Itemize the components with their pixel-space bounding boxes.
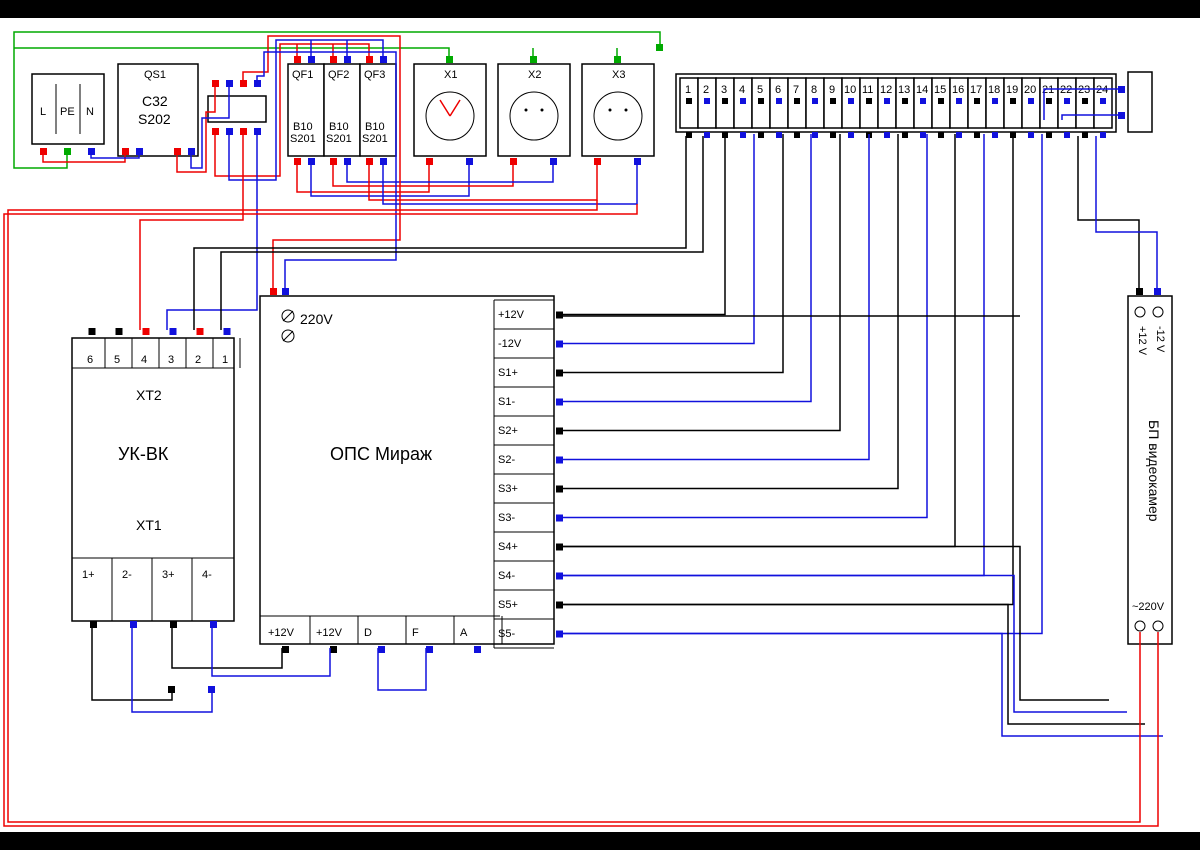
svg-text:~220V: ~220V [1132,601,1165,613]
svg-text:9: 9 [829,84,835,96]
svg-text:2: 2 [195,354,201,366]
svg-text:3: 3 [721,84,727,96]
svg-text:23: 23 [1078,84,1090,96]
svg-text:19: 19 [1006,84,1018,96]
wiring-diagram: L PE N QS1 C32 S202 QF1 B10 S201 QF2 B10… [0,0,1200,850]
svg-text:XT1: XT1 [136,517,162,533]
svg-text:2: 2 [703,84,709,96]
svg-text:+12V: +12V [498,309,525,321]
svg-text:17: 17 [970,84,982,96]
svg-text:S201: S201 [326,133,352,145]
svg-text:20: 20 [1024,84,1036,96]
svg-text:2-: 2- [122,569,132,581]
svg-text:QF3: QF3 [364,69,385,81]
svg-text:S3+: S3+ [498,483,518,495]
svg-text:+12 V: +12 V [1136,326,1148,356]
svg-text:S3-: S3- [498,512,515,524]
ops-name: ОПС Мираж [330,444,432,464]
socket-x2: X2 [498,56,570,165]
svg-text:6: 6 [87,354,93,366]
ops-power: 220V [300,311,333,327]
svg-text:S4-: S4- [498,570,515,582]
svg-text:S1-: S1- [498,396,515,408]
svg-text:10: 10 [844,84,856,96]
svg-text:5: 5 [757,84,763,96]
svg-text:6: 6 [775,84,781,96]
socket-x3: X3 [582,56,654,165]
ukvk-name: УК-ВК [118,444,169,464]
svg-text:S5-: S5- [498,628,515,640]
svg-text:S1+: S1+ [498,367,518,379]
svg-text:18: 18 [988,84,1000,96]
svg-text:X3: X3 [612,69,625,81]
svg-text:QF2: QF2 [328,69,349,81]
svg-text:F: F [412,627,419,639]
input-block: L PE N [32,74,104,155]
breaker-qf2: QF2 B10 S201 [324,56,360,165]
svg-text:1: 1 [685,84,691,96]
svg-text:B10: B10 [329,121,349,133]
svg-text:8: 8 [811,84,817,96]
svg-text:S5+: S5+ [498,599,518,611]
svg-text:7: 7 [793,84,799,96]
socket-x1: X1 [414,56,486,165]
breaker-qf1: QF1 B10 S201 [288,56,324,165]
ops-block: 220V ОПС Мираж +12V -12V S1+ S1- S2+ S2- S3+ S3… [260,288,563,653]
svg-text:S4+: S4+ [498,541,518,553]
svg-text:4: 4 [141,354,147,366]
svg-text:4-: 4- [202,569,212,581]
svg-text:X1: X1 [444,69,457,81]
svg-text:S2+: S2+ [498,425,518,437]
svg-text:3: 3 [168,354,174,366]
psu-name: БП видеокамер [1146,420,1162,522]
svg-text:24: 24 [1096,84,1108,96]
svg-text:S201: S201 [290,133,316,145]
svg-text:3+: 3+ [162,569,175,581]
svg-text:15: 15 [934,84,946,96]
psu-block: +12 V -12 V БП видеокамер ~220V [1128,288,1172,644]
svg-text:12: 12 [880,84,892,96]
main-breaker: QS1 C32 S202 [118,64,198,156]
svg-text:S2-: S2- [498,454,515,466]
ukvk-block: 6 5 4 3 2 1 XT2 УК-ВК XT1 1+ 2- 3+ 4- [72,328,240,628]
svg-text:-12V: -12V [498,338,522,350]
svg-text:11: 11 [862,84,873,96]
svg-text:13: 13 [898,84,910,96]
svg-text:1+: 1+ [82,569,95,581]
svg-text:XT2: XT2 [136,387,162,403]
svg-text:22: 22 [1060,84,1072,96]
svg-text:S201: S201 [362,133,388,145]
breaker-qf3: QF3 B10 S201 [360,56,396,165]
svg-text:+12V: +12V [268,627,295,639]
qs1-id: QS1 [144,69,166,81]
svg-text:B10: B10 [365,121,385,133]
terminal-strip: 123456789101112131415161718192021222324 [676,74,1116,138]
qs1-line1: C32 [142,93,168,109]
svg-text:5: 5 [114,354,120,366]
svg-text:14: 14 [916,84,928,96]
svg-text:16: 16 [952,84,964,96]
svg-text:D: D [364,627,372,639]
svg-text:1: 1 [222,354,228,366]
input-L: L [40,106,46,118]
svg-text:4: 4 [739,84,745,96]
input-PE: PE [60,106,75,118]
input-N: N [86,106,94,118]
qs1-line2: S202 [138,111,171,127]
svg-text:X2: X2 [528,69,541,81]
svg-text:-12 V: -12 V [1154,326,1166,353]
svg-text:A: A [460,627,468,639]
svg-text:+12V: +12V [316,627,343,639]
svg-text:B10: B10 [293,121,313,133]
svg-text:QF1: QF1 [292,69,313,81]
